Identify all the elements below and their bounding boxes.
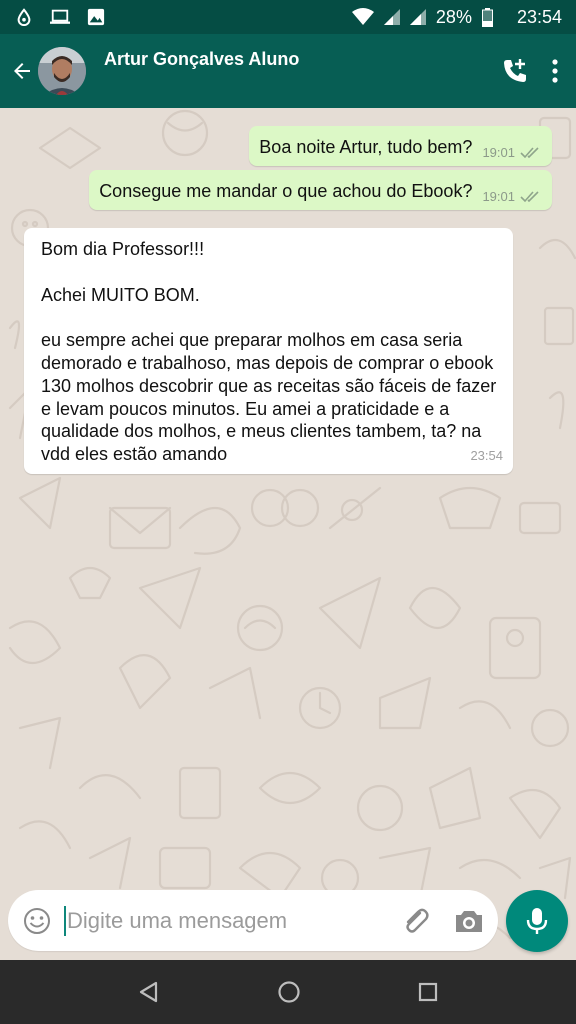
message-composer: Digite uma mensagem	[8, 890, 498, 951]
message-time: 23:54	[470, 448, 503, 464]
message-paragraph: Bom dia Professor!!!	[41, 239, 205, 259]
arrow-left-icon	[14, 63, 30, 79]
back-nav-icon[interactable]	[138, 981, 160, 1003]
emoji-icon[interactable]	[22, 906, 52, 936]
text-cursor	[64, 905, 66, 936]
message-meta: 19:01	[482, 142, 540, 164]
battery-percent: 28%	[435, 6, 472, 27]
home-nav-icon[interactable]	[277, 980, 301, 1004]
voice-record-button[interactable]	[506, 890, 568, 952]
microphone-icon	[526, 908, 548, 934]
message-time: 19:01	[482, 144, 515, 160]
signal-icon-2	[409, 9, 426, 25]
status-bar: 28% 23:54	[0, 0, 576, 34]
message-time: 19:01	[482, 188, 515, 204]
camera-icon[interactable]	[454, 908, 484, 934]
avatar[interactable]	[38, 47, 86, 95]
clock: 23:54	[516, 6, 562, 27]
double-check-icon	[520, 191, 539, 203]
wifi-icon	[351, 8, 374, 25]
message-paragraph: Achei MUITO BOM.	[41, 284, 200, 305]
laptop-icon	[50, 9, 70, 24]
more-options-icon[interactable]	[552, 59, 558, 83]
recents-nav-icon[interactable]	[418, 982, 438, 1002]
message-text: Boa noite Artur, tudo bem?	[259, 137, 473, 157]
system-navigation-bar	[0, 960, 576, 1024]
avatar-photo	[38, 47, 86, 95]
battery-icon	[481, 7, 493, 27]
chat-header: Artur Gonçalves Aluno	[0, 34, 576, 108]
message-meta: 19:01	[482, 186, 540, 208]
message-incoming[interactable]: Bom dia Professor!!! Achei MUITO BOM. eu…	[24, 228, 513, 474]
message-text: Consegue me mandar o que achou do Ebook?	[99, 181, 473, 201]
message-outgoing[interactable]: Boa noite Artur, tudo bem? 19:01	[249, 126, 552, 166]
attach-icon[interactable]	[400, 905, 432, 937]
signal-icon	[383, 9, 400, 25]
chat-area[interactable]: Boa noite Artur, tudo bem? 19:01 Consegu…	[0, 108, 576, 960]
message-outgoing[interactable]: Consegue me mandar o que achou do Ebook?…	[89, 170, 552, 210]
contact-name[interactable]: Artur Gonçalves Aluno	[104, 49, 299, 70]
message-input-placeholder: Digite uma mensagem	[67, 907, 288, 933]
message-input[interactable]: Digite uma mensagem	[64, 901, 400, 941]
drop-icon	[17, 8, 31, 26]
image-icon	[87, 8, 105, 26]
add-call-icon[interactable]	[500, 56, 530, 86]
message-paragraph: eu sempre achei que preparar molhos em c…	[41, 330, 497, 465]
double-check-icon	[520, 147, 539, 159]
